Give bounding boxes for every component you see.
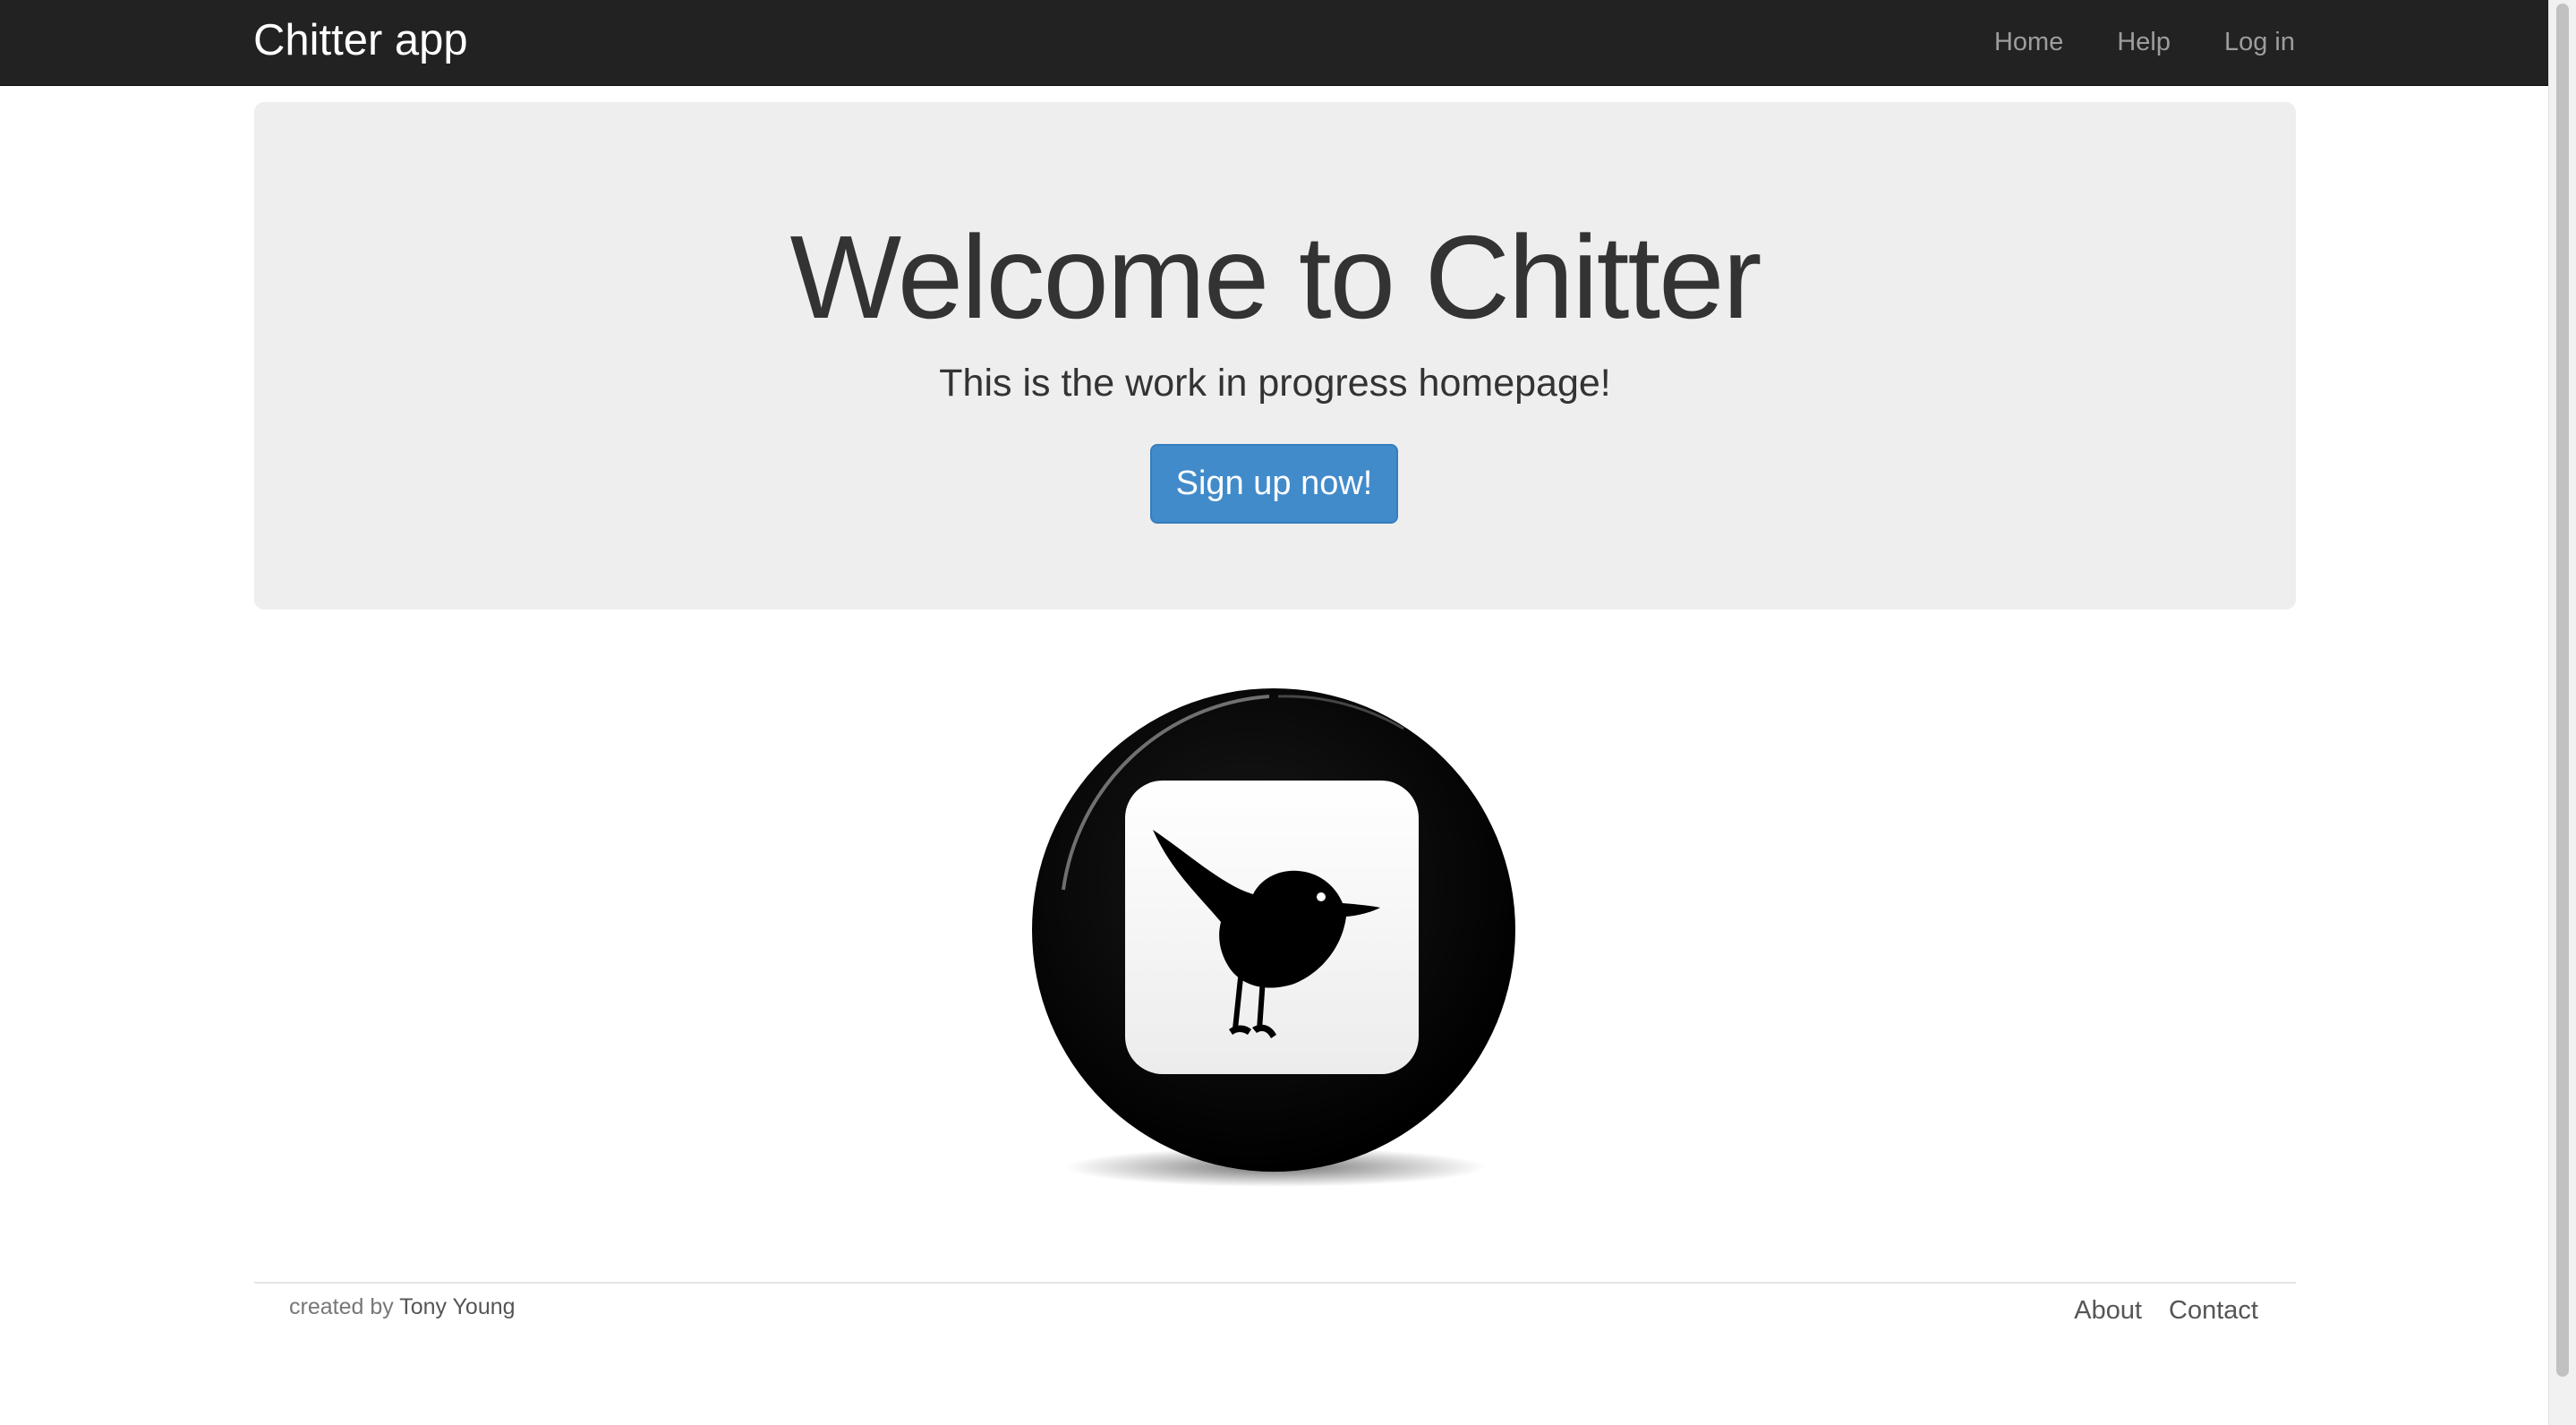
footer-nav: About Contact [2074, 1296, 2258, 1326]
top-navbar: Chitter app Home Help Log in [0, 0, 2549, 86]
signup-button[interactable]: Sign up now! [1150, 444, 1398, 524]
page-title: Welcome to Chitter [789, 211, 1762, 343]
bird-icon [1028, 684, 1520, 1194]
footer-credit: created by Tony Young [289, 1294, 516, 1320]
footer-about-link[interactable]: About [2074, 1296, 2142, 1326]
welcome-jumbotron: Welcome to Chitter This is the work in p… [254, 102, 2296, 610]
brand-link[interactable]: Chitter app [253, 0, 468, 85]
vertical-scrollbar[interactable] [2548, 0, 2576, 1425]
author-link[interactable]: Tony Young [399, 1294, 515, 1319]
page-footer: created by Tony Young About Contact [254, 1282, 2296, 1373]
page-subtitle: This is the work in progress homepage! [939, 362, 1611, 405]
footer-contact-link[interactable]: Contact [2169, 1296, 2258, 1326]
main-nav: Home Help Log in [1994, 0, 2295, 85]
credit-prefix: created by [289, 1294, 394, 1319]
nav-home-link[interactable]: Home [1994, 28, 2063, 57]
nav-login-link[interactable]: Log in [2224, 28, 2295, 57]
scrollbar-thumb[interactable] [2556, 4, 2569, 1377]
nav-help-link[interactable]: Help [2117, 28, 2171, 57]
